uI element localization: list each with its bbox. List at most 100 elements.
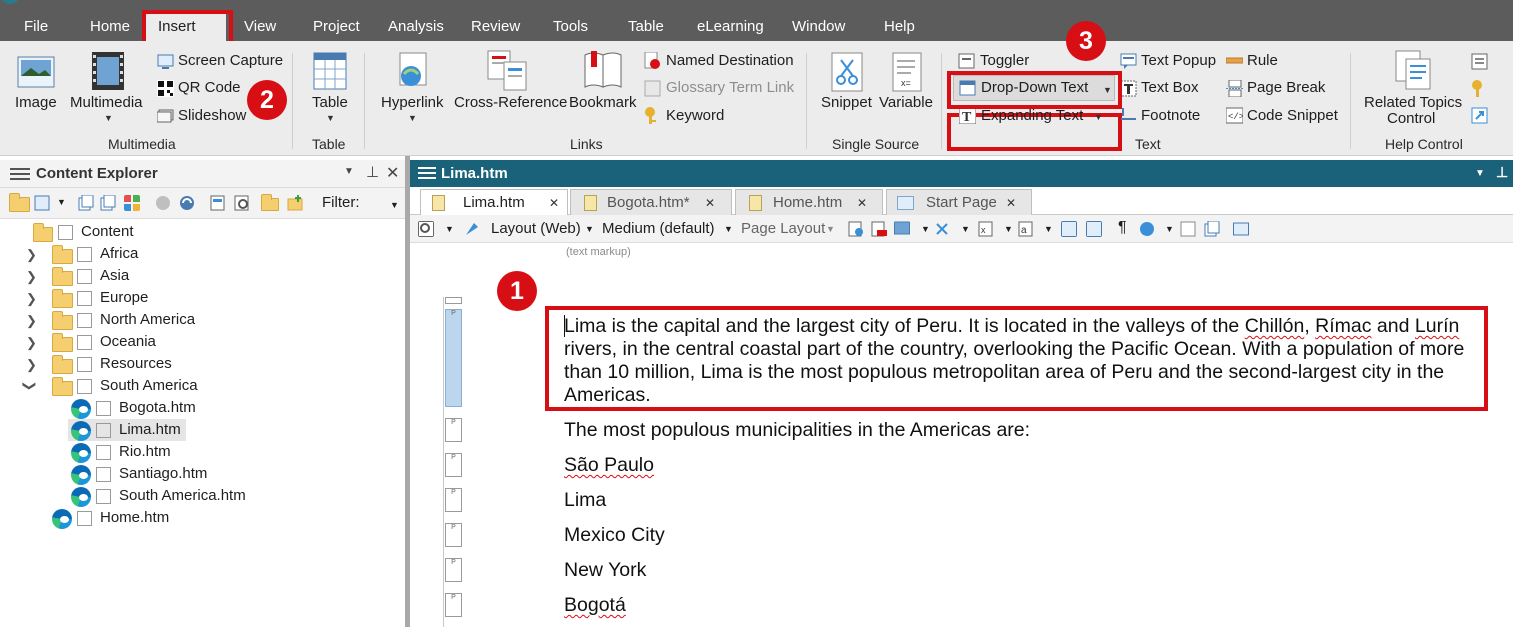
drop-down-text-dropdown-icon[interactable]: ▼	[1103, 85, 1112, 95]
tree-checkbox[interactable]	[77, 379, 92, 394]
structure-marker-selected[interactable]: P	[445, 309, 462, 407]
structure-marker[interactable]: P	[445, 488, 462, 512]
tree-item-oceania[interactable]: Oceania	[100, 331, 156, 353]
menu-tools[interactable]: Tools	[553, 17, 588, 37]
print-preview-icon[interactable]	[871, 221, 887, 237]
related-topics-control-label-2[interactable]: Control	[1387, 110, 1435, 127]
layout-dropdown-icon[interactable]: ▼	[585, 224, 594, 234]
pane-menu-icon[interactable]	[10, 167, 30, 182]
menu-analysis[interactable]: Analysis	[388, 17, 444, 37]
block-icon[interactable]	[1180, 221, 1196, 237]
menu-table[interactable]: Table	[628, 17, 664, 37]
filter-dropdown-icon[interactable]: ▼	[390, 200, 399, 210]
tree-checkbox[interactable]	[77, 313, 92, 328]
preview-icon[interactable]	[848, 221, 864, 237]
code-snippet-button[interactable]: Code Snippet	[1247, 107, 1338, 124]
tree-item-south-america-htm[interactable]: South America.htm	[119, 485, 246, 507]
table-dropdown-icon[interactable]: ▼	[326, 113, 335, 123]
expanding-text-button[interactable]: Expanding Text	[981, 107, 1083, 124]
close-tab-icon[interactable]: ✕	[857, 190, 867, 216]
close-tab-icon[interactable]: ✕	[1006, 190, 1016, 216]
close-tab-icon[interactable]: ✕	[705, 190, 715, 216]
layout-selector[interactable]: Layout (Web)	[491, 220, 581, 237]
medium-selector[interactable]: Medium (default)	[602, 220, 715, 237]
tree-item-north-america[interactable]: North America	[100, 309, 195, 331]
show-conditions-icon[interactable]	[1086, 221, 1102, 237]
menu-file[interactable]: File	[24, 17, 48, 37]
view-dropdown-icon[interactable]: ▼	[57, 197, 66, 207]
editor-menu-icon[interactable]	[418, 166, 436, 180]
tree-item-africa[interactable]: Africa	[100, 243, 138, 265]
tree-item-santiago[interactable]: Santiago.htm	[119, 463, 207, 485]
footnote-button[interactable]: Footnote	[1141, 107, 1200, 124]
rule-button[interactable]: Rule	[1247, 52, 1278, 69]
structure-marker[interactable]	[445, 297, 462, 304]
page-break-button[interactable]: Page Break	[1247, 79, 1325, 96]
tab-lima[interactable]: Lima.htm ✕	[420, 189, 568, 215]
close-tab-icon[interactable]: ✕	[549, 190, 559, 216]
tab-start-page[interactable]: Start Page ✕	[886, 189, 1032, 215]
snippet-button[interactable]: Snippet	[821, 94, 872, 111]
view-icon[interactable]	[34, 195, 50, 211]
style-icon[interactable]: a	[1018, 221, 1034, 237]
dropdown-icon[interactable]: ▼	[1044, 224, 1053, 234]
hyperlink-dropdown-icon[interactable]: ▼	[408, 113, 417, 123]
tree-item-europe[interactable]: Europe	[100, 287, 148, 309]
dropdown-icon[interactable]: ▼	[1165, 224, 1174, 234]
view-options-icon[interactable]	[1139, 221, 1155, 237]
tree-item-home[interactable]: Home.htm	[100, 507, 169, 529]
root-checkbox[interactable]	[58, 225, 73, 240]
variable-tool-icon[interactable]: x	[978, 221, 994, 237]
text-box-button[interactable]: Text Box	[1141, 79, 1199, 96]
tree-item-lima[interactable]: Lima.htm	[119, 419, 181, 441]
related-topics-control-label-1[interactable]: Related Topics	[1364, 94, 1462, 111]
close-pane-icon[interactable]: ✕	[386, 163, 399, 183]
paragraph-marks-icon[interactable]: ¶	[1118, 219, 1127, 237]
tree-item-south-america[interactable]: South America	[100, 375, 198, 397]
tree-checkbox[interactable]	[77, 247, 92, 262]
copy-topic-icon[interactable]	[100, 195, 116, 211]
find-icon[interactable]	[234, 195, 250, 211]
menu-elearning[interactable]: eLearning	[697, 17, 764, 37]
tab-home[interactable]: Home.htm ✕	[735, 189, 883, 215]
page-layout-selector[interactable]: Page Layout	[741, 220, 825, 237]
zoom-icon[interactable]	[418, 221, 434, 237]
help-control-key-icon[interactable]	[1471, 80, 1488, 97]
pin-icon[interactable]: ⊥	[366, 163, 379, 181]
sync-icon[interactable]	[179, 195, 195, 211]
tree-checkbox[interactable]	[77, 269, 92, 284]
structure-marker[interactable]: P	[445, 453, 462, 477]
grid-view-icon[interactable]	[124, 195, 140, 211]
open-topic-icon[interactable]	[210, 195, 226, 211]
menu-window[interactable]: Window	[792, 17, 845, 37]
menu-review[interactable]: Review	[471, 17, 520, 37]
tree-checkbox[interactable]	[96, 467, 111, 482]
expand-europe-icon[interactable]: ❯	[26, 291, 37, 307]
bookmark-button[interactable]: Bookmark	[569, 94, 637, 111]
expand-africa-icon[interactable]: ❯	[26, 247, 37, 263]
dropdown-icon[interactable]: ▼	[961, 224, 970, 234]
named-destination-button[interactable]: Named Destination	[666, 52, 794, 69]
image-button[interactable]: Image	[15, 94, 57, 111]
dropdown-icon[interactable]: ▼	[1004, 224, 1013, 234]
cross-reference-button[interactable]: Cross-Reference	[454, 94, 567, 111]
check-out-icon[interactable]	[155, 195, 171, 211]
tree-checkbox[interactable]	[77, 357, 92, 372]
slideshow-button[interactable]: Slideshow	[178, 107, 246, 124]
drop-down-text-button[interactable]: Drop-Down Text	[981, 79, 1088, 96]
tree-checkbox[interactable]	[96, 401, 111, 416]
tab-bogota[interactable]: Bogota.htm* ✕	[570, 189, 732, 215]
tree-item-resources[interactable]: Resources	[100, 353, 172, 375]
tree-checkbox[interactable]	[77, 335, 92, 350]
structure-marker[interactable]: P	[445, 558, 462, 582]
tree-checkbox[interactable]	[77, 291, 92, 306]
tree-checkbox[interactable]	[96, 489, 111, 504]
toggler-button[interactable]: Toggler	[980, 52, 1029, 69]
snippet-tool-icon[interactable]	[934, 221, 950, 237]
table-button[interactable]: Table	[312, 94, 348, 111]
tree-item-rio[interactable]: Rio.htm	[119, 441, 171, 463]
structure-marker[interactable]: P	[445, 523, 462, 547]
multimedia-dropdown-icon[interactable]: ▼	[104, 113, 113, 123]
qr-code-button[interactable]: QR Code	[178, 79, 241, 96]
tree-checkbox[interactable]	[96, 423, 111, 438]
